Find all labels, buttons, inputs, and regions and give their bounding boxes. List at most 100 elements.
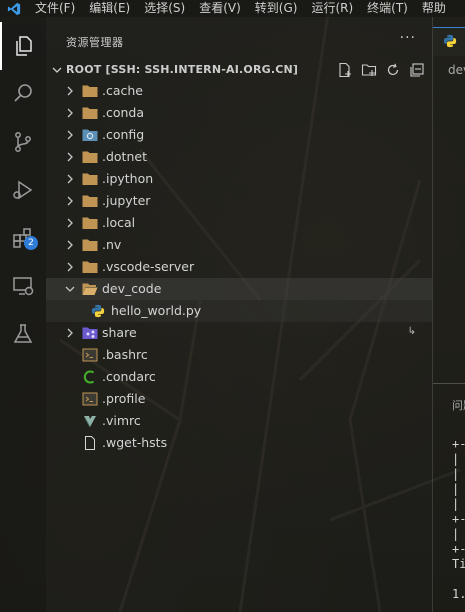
tree-item-dev-code[interactable]: dev_code — [46, 278, 432, 300]
panel-tab-problems[interactable]: 问题 — [452, 397, 465, 413]
tree-item-label: .wget-hsts — [102, 435, 168, 450]
tree-item-hello-world-py[interactable]: hello_world.py — [46, 300, 432, 322]
tree-item-vscode-server[interactable]: .vscode-server — [46, 256, 432, 278]
chevron-down-icon — [65, 286, 75, 292]
chevron-right-icon — [67, 86, 73, 96]
terminal-line: | — [452, 482, 460, 496]
tree-item-config[interactable]: .config — [46, 124, 432, 146]
tree-item-label: .ipython — [102, 171, 154, 186]
tree-item-label: .jupyter — [102, 193, 151, 208]
testing-button[interactable] — [0, 310, 46, 358]
symlink-icon: ↳ — [407, 326, 416, 337]
refresh-icon[interactable] — [385, 62, 401, 78]
chevron-right-icon — [67, 152, 73, 162]
search-icon — [14, 84, 32, 102]
tree-item-bashrc[interactable]: .bashrc — [46, 344, 432, 366]
explorer-header: 资源管理器 ··· — [46, 30, 432, 52]
terminal-line: +- — [452, 542, 465, 556]
terminal-output[interactable]: +-||||+-|+-Ti 1. — [452, 437, 465, 602]
source-control-icon — [15, 132, 31, 152]
menu-run[interactable]: 运行(R) — [304, 0, 360, 17]
tree-item-condarc[interactable]: .condarc — [46, 366, 432, 388]
tree-item-label: share — [102, 325, 137, 340]
menu-go[interactable]: 转到(G) — [248, 0, 305, 17]
terminal-line: Ti — [452, 557, 465, 571]
python-icon — [443, 34, 457, 48]
tree-item-profile[interactable]: .profile — [46, 388, 432, 410]
chevron-right-icon — [67, 108, 73, 118]
editor-area: dev 问题 +-||||+-|+-Ti 1. — [433, 17, 465, 612]
search-button[interactable] — [0, 70, 46, 118]
remote-explorer-icon — [13, 277, 34, 296]
terminal-line: | — [452, 467, 460, 481]
vscode-logo-icon — [0, 0, 28, 17]
tree-item-jupyter[interactable]: .jupyter — [46, 190, 432, 212]
tree-item-nv[interactable]: .nv — [46, 234, 432, 256]
folder-icon — [82, 195, 98, 207]
source-control-button[interactable] — [0, 118, 46, 166]
tree-item-label: dev_code — [102, 281, 162, 296]
tree-item-conda[interactable]: .conda — [46, 102, 432, 124]
menu-file[interactable]: 文件(F) — [28, 0, 82, 17]
flask-icon — [13, 324, 33, 343]
menu-help[interactable]: 帮助 — [415, 0, 453, 17]
explorer-button[interactable] — [0, 22, 46, 70]
explorer-title: 资源管理器 — [66, 36, 124, 49]
tree-item-label: .cache — [102, 83, 143, 98]
python-icon — [91, 304, 105, 318]
tree-item-vimrc[interactable]: .vimrc — [46, 410, 432, 432]
folder-icon — [82, 261, 98, 273]
vim-file-icon — [84, 416, 96, 428]
config-folder-icon — [82, 129, 98, 141]
terminal-line: +- — [452, 512, 465, 526]
run-debug-button[interactable] — [0, 166, 46, 214]
panel-divider[interactable] — [433, 383, 465, 384]
editor-tab[interactable] — [433, 27, 465, 56]
tree-item-cache[interactable]: .cache — [46, 80, 432, 102]
chevron-right-icon — [67, 174, 73, 184]
activity-bar: 2 — [0, 17, 46, 612]
run-debug-icon — [13, 180, 33, 200]
file-tree: .cache .conda .config .dotnet .ipython .… — [46, 80, 432, 454]
tree-item-wget-hsts[interactable]: .wget-hsts — [46, 432, 432, 454]
chevron-right-icon — [67, 218, 73, 228]
chevron-right-icon — [67, 196, 73, 206]
folder-icon — [82, 217, 98, 229]
tree-item-label: .conda — [102, 105, 145, 120]
menu-view[interactable]: 查看(V) — [192, 0, 248, 17]
tree-item-dotnet[interactable]: .dotnet — [46, 146, 432, 168]
workspace-root-row[interactable]: ROOT [SSH: SSH.INTERN-AI.ORG.CN] — [46, 60, 432, 80]
folder-icon — [82, 85, 98, 97]
extensions-badge: 2 — [24, 236, 38, 250]
tree-item-label: .condarc — [102, 369, 156, 384]
new-folder-icon[interactable] — [361, 62, 377, 78]
tree-item-share[interactable]: share ↳ — [46, 322, 432, 344]
terminal-file-icon — [82, 392, 98, 406]
tree-item-label: .profile — [102, 391, 146, 406]
tree-item-label: .vscode-server — [102, 259, 195, 274]
chevron-right-icon — [67, 328, 73, 338]
chevron-right-icon — [67, 262, 73, 272]
menu-edit[interactable]: 编辑(E) — [82, 0, 137, 17]
more-actions-button[interactable]: ··· — [400, 30, 416, 46]
tree-item-ipython[interactable]: .ipython — [46, 168, 432, 190]
folder-icon — [82, 151, 98, 163]
terminal-line: | — [452, 497, 460, 511]
new-file-icon[interactable] — [337, 62, 353, 78]
file-icon — [85, 436, 95, 450]
extensions-button[interactable]: 2 — [0, 214, 46, 262]
remote-explorer-button[interactable] — [0, 262, 46, 310]
collapse-all-icon[interactable] — [409, 62, 425, 78]
chevron-right-icon — [67, 240, 73, 250]
chevron-down-icon — [52, 67, 62, 73]
breadcrumb[interactable]: dev — [448, 63, 465, 77]
tree-item-label: .nv — [102, 237, 122, 252]
menu-selection[interactable]: 选择(S) — [137, 0, 192, 17]
folder-icon — [82, 173, 98, 185]
folder-icon — [82, 239, 98, 251]
files-icon — [16, 36, 32, 56]
menu-terminal[interactable]: 终端(T) — [360, 0, 415, 17]
terminal-line: +- — [452, 437, 465, 451]
tree-item-local[interactable]: .local — [46, 212, 432, 234]
